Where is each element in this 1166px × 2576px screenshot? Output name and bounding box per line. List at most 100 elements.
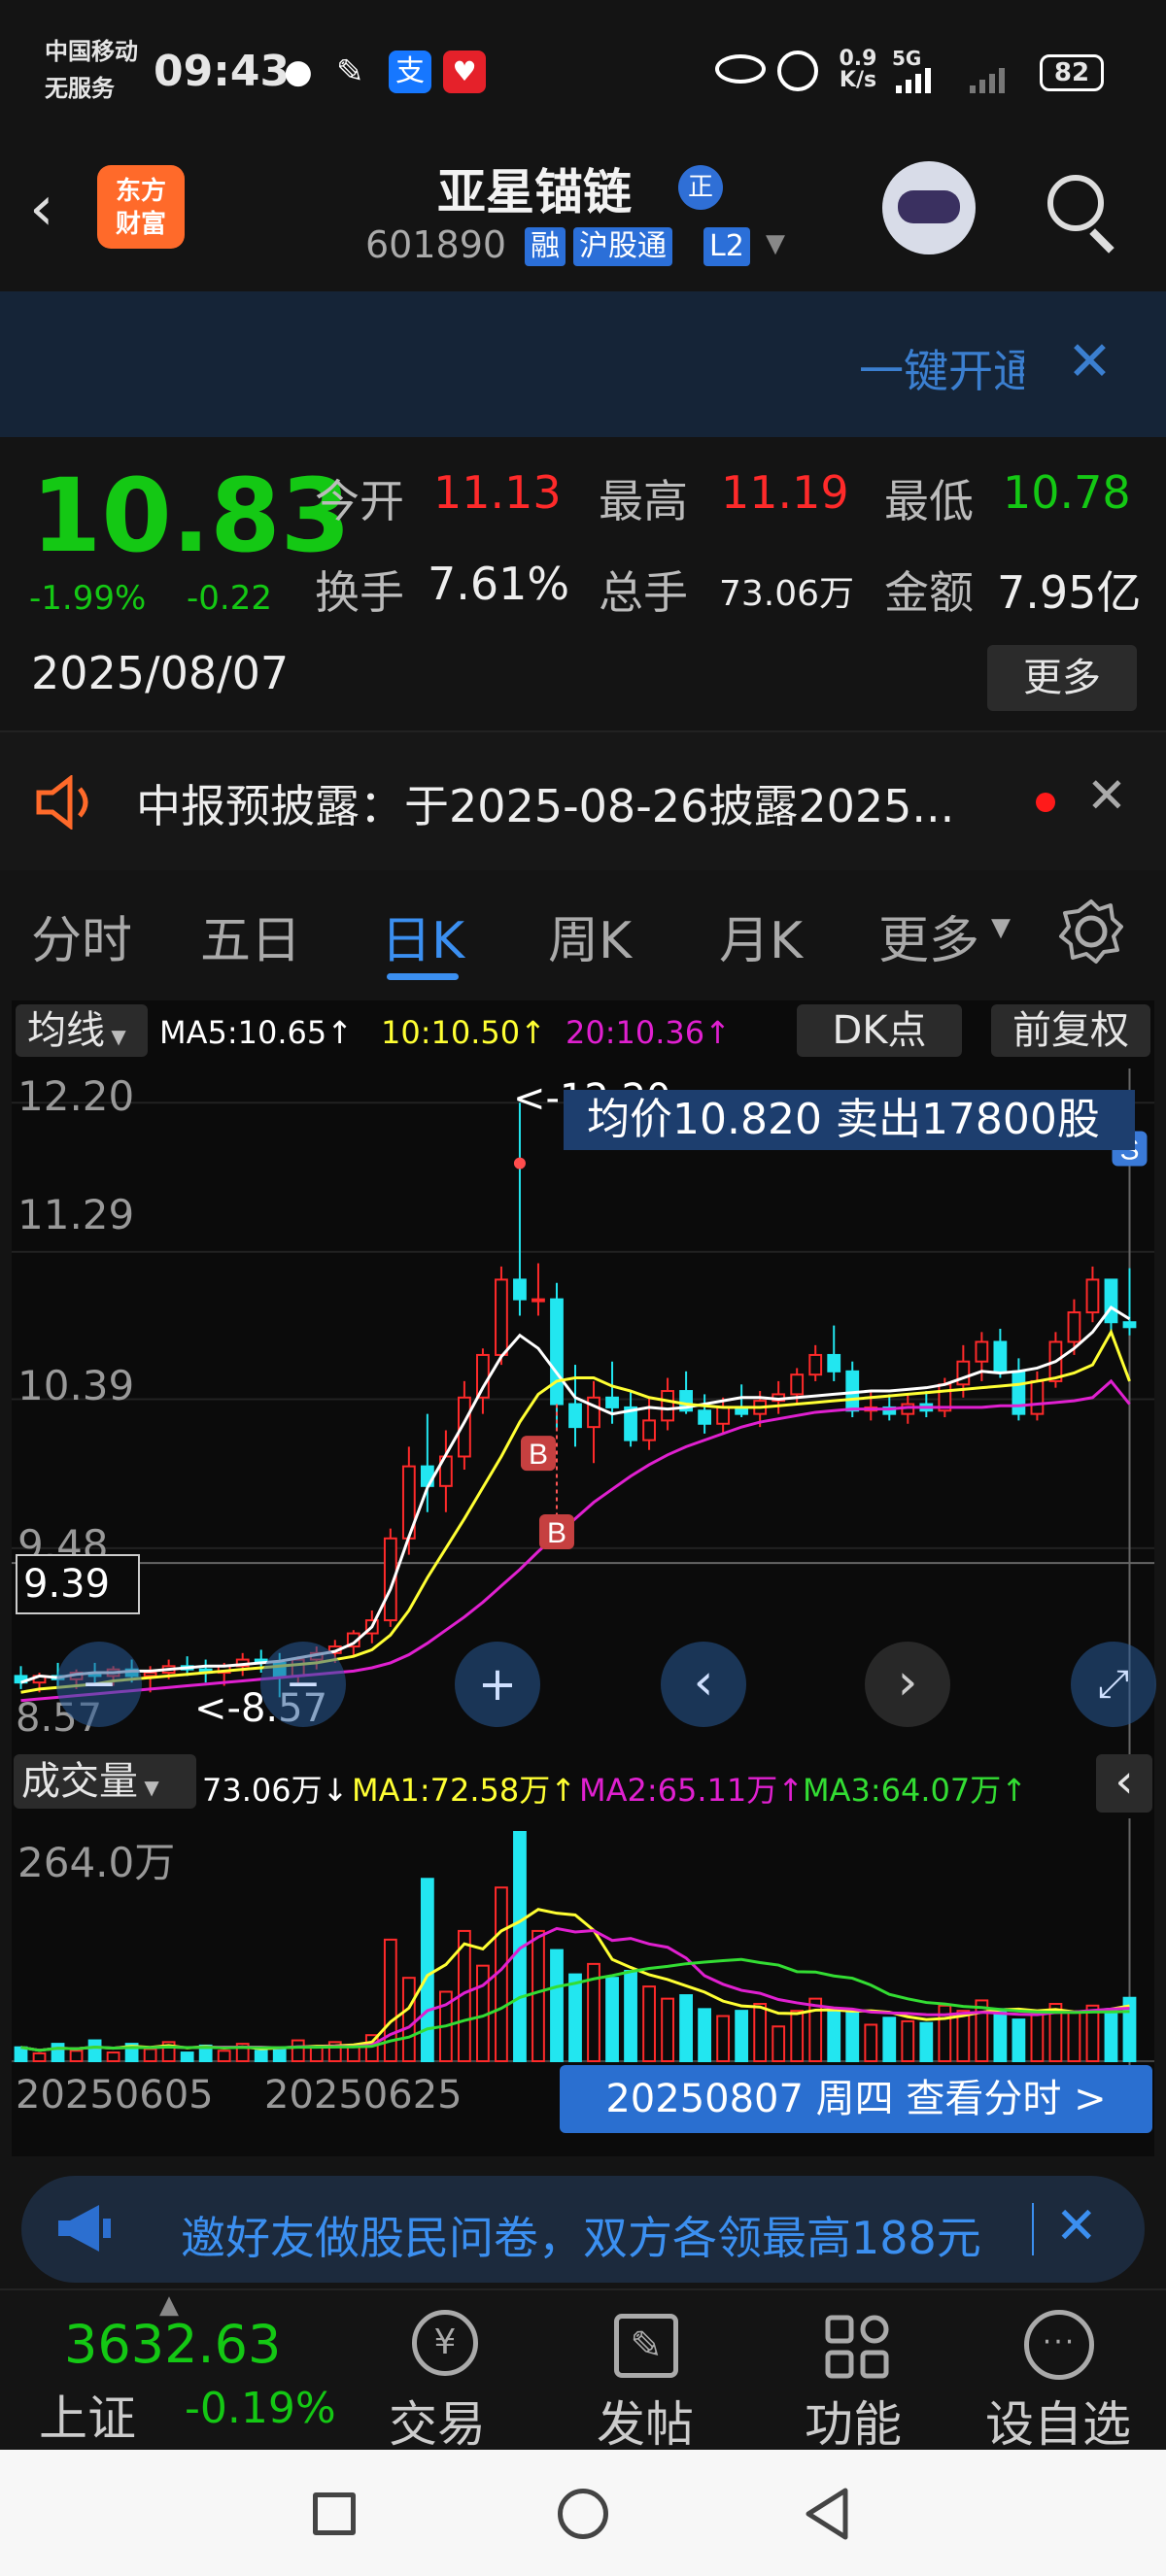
robot-visor-icon (898, 190, 960, 223)
candle (605, 1396, 619, 1408)
candle (143, 1672, 157, 1678)
zoom-out-icon[interactable]: − (260, 1642, 346, 1727)
volume-label: 总手 (599, 566, 688, 619)
candle (476, 1353, 490, 1399)
volume-bar (624, 1970, 637, 2062)
candle (1085, 1278, 1100, 1314)
close-icon[interactable]: ✕ (1086, 767, 1127, 824)
low-value: 10.78 (1003, 466, 1131, 519)
zoom-in-icon[interactable]: + (455, 1642, 540, 1727)
view-intraday-button[interactable]: 20250807 周四 查看分时 > (560, 2065, 1152, 2133)
scroll-right-icon[interactable]: › (865, 1642, 950, 1727)
volume-axis-label: 264.0万 (17, 1839, 176, 1886)
ma-select[interactable]: 均线 ▼ (16, 1004, 148, 1057)
price-chart[interactable]: BBS (12, 1068, 1154, 1764)
scroll-left-icon[interactable]: ‹ (661, 1642, 746, 1727)
tab-weekly-k[interactable]: 周K (548, 899, 632, 972)
feather-icon: ✎ (336, 52, 364, 91)
change-amount: -0.22 (187, 579, 272, 618)
candle (513, 1278, 527, 1301)
high-value: 11.19 (721, 466, 849, 519)
gear-icon[interactable] (1057, 898, 1125, 966)
tab-monthly-k[interactable]: 月K (719, 899, 803, 972)
candle (808, 1353, 823, 1376)
notice-bar[interactable]: 中报预披露：于2025-08-26披露2025... ✕ (0, 730, 1166, 872)
tab-five-day[interactable]: 五日 (200, 899, 301, 972)
open-label: 今开 (315, 475, 404, 527)
close-icon[interactable]: ✕ (1055, 2197, 1098, 2255)
volume-bar (661, 1997, 674, 2063)
volume-bar (254, 2050, 268, 2062)
alarm-icon (777, 51, 818, 91)
back-nav-icon[interactable] (803, 2487, 851, 2541)
recent-apps-icon[interactable] (313, 2492, 356, 2535)
nav-post[interactable]: ✎ 发帖 (573, 2290, 768, 2453)
logo-line2: 财富 (115, 210, 166, 239)
candle (956, 1360, 971, 1386)
more-dots-icon: ··· (1024, 2310, 1094, 2380)
volume-bar (975, 1999, 989, 2062)
volume-bar (1067, 2011, 1081, 2062)
volume-chart[interactable] (12, 1818, 1154, 2079)
tag-shanghai-connect: 沪股通 (573, 227, 672, 266)
open-account-banner[interactable]: 一键开通 ✕ (0, 291, 1166, 437)
ma5-readout: MA5:10.65↑ (159, 1014, 354, 1051)
assistant-avatar[interactable] (882, 161, 976, 254)
signal-icon (896, 68, 1005, 93)
index-ticker[interactable]: 3632.63 上证 -0.19% (0, 2290, 369, 2452)
stock-header: ‹ 东方 财富 亚星锚链 正 601890 融 沪股通 L2 ▼ (0, 146, 1166, 291)
tag-margin: 融 (525, 227, 566, 266)
dk-point-button[interactable]: DK点 (797, 1004, 962, 1057)
volume-bar (420, 1878, 434, 2063)
candle (568, 1403, 582, 1429)
volume-bar (735, 2010, 749, 2063)
tab-intraday[interactable]: 分时 (31, 899, 132, 972)
nav-add-watchlist[interactable]: ··· 设自选 (972, 2290, 1166, 2453)
service-status: 无服务 (45, 75, 115, 102)
volume-bar (32, 2051, 47, 2062)
volume-bar (716, 2015, 731, 2062)
volume-bar (87, 2039, 102, 2063)
volume-bar (642, 1985, 656, 2062)
battery-indicator: 82 (1040, 54, 1104, 91)
fullscreen-icon[interactable]: ⤢ (1071, 1642, 1156, 1727)
candle (716, 1406, 731, 1425)
close-icon[interactable]: ✕ (1067, 330, 1113, 393)
buy-badge: B (547, 1517, 566, 1549)
volume-bar (956, 2010, 971, 2063)
chevron-down-icon: ▼ (105, 1025, 126, 1048)
divider (1032, 2203, 1034, 2255)
adjust-price-button[interactable]: 前复权 (991, 1004, 1150, 1057)
home-icon[interactable] (558, 2489, 608, 2539)
notice-text: 中报预披露：于2025-08-26披露2025... (136, 780, 955, 832)
more-button[interactable]: 更多 (987, 645, 1137, 711)
volume-bar (532, 1929, 545, 2062)
collapse-panel-icon[interactable]: ‹ (1096, 1754, 1152, 1813)
y-axis-label: 9.48 (17, 1521, 109, 1554)
chevron-down-icon[interactable]: ▼ (766, 229, 785, 258)
back-icon[interactable]: ‹ (29, 175, 54, 243)
candle (975, 1340, 989, 1363)
high-label: 最高 (599, 475, 688, 527)
indicator-select[interactable]: 成交量 ▼ (14, 1754, 196, 1809)
candle (642, 1419, 656, 1441)
change-percent: -1.99% (29, 579, 147, 618)
verified-badge: 正 (678, 165, 723, 210)
tab-more[interactable]: 更多 (878, 899, 979, 972)
speaker-icon (36, 775, 88, 830)
volume-bar (808, 1997, 823, 2063)
volume-bar (568, 1973, 582, 2062)
banner-text: 一键开通 (859, 345, 1024, 397)
logo-line1: 东方 (115, 177, 166, 206)
promo-bar[interactable]: 邀好友做股民问卷，双方各领最高188元 ✕ (21, 2176, 1145, 2283)
system-nav-bar (0, 2450, 1166, 2576)
candle (698, 1409, 712, 1425)
search-icon[interactable] (1047, 175, 1104, 231)
low-label: 最低 (884, 475, 974, 527)
volume-bar (401, 1977, 416, 2063)
nav-functions[interactable]: 功能 (785, 2290, 979, 2453)
amount-label: 金额 (884, 566, 974, 619)
zoom-out-icon[interactable]: − (56, 1642, 142, 1727)
nav-trade[interactable]: ¥ 交易 (369, 2290, 564, 2453)
tab-daily-k[interactable]: 日K (381, 899, 464, 972)
